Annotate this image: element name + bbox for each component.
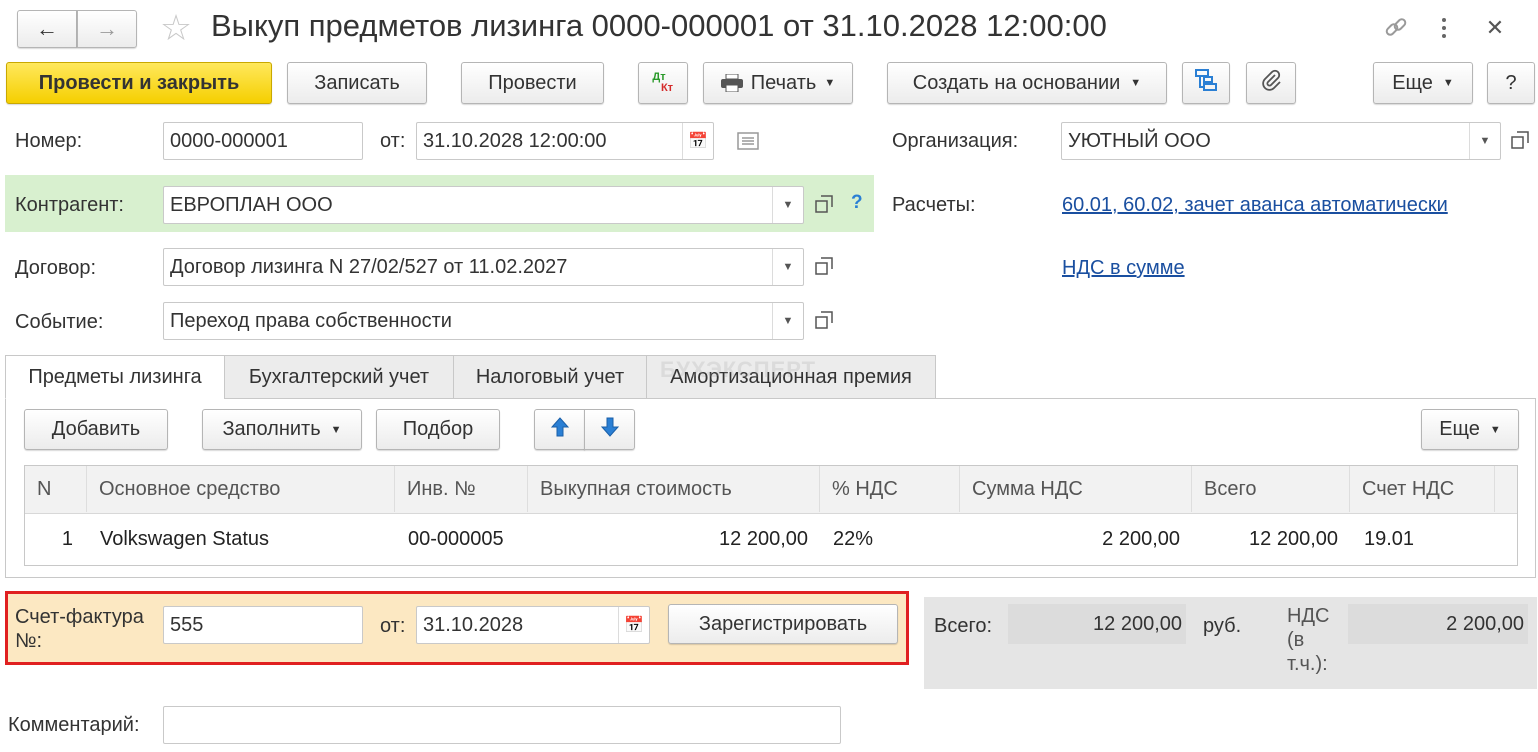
counterparty-help-icon[interactable]: ? xyxy=(851,192,863,214)
column-header-total[interactable]: Всего xyxy=(1192,466,1350,512)
arrow-down-icon xyxy=(600,417,619,443)
open-contract-icon[interactable] xyxy=(810,248,838,284)
organization-label: Организация: xyxy=(892,130,1019,152)
open-organization-icon[interactable] xyxy=(1506,122,1534,158)
favorite-star-icon[interactable]: ☆ xyxy=(156,7,196,48)
column-header-inv-number[interactable]: Инв. № xyxy=(395,466,528,512)
column-header-n[interactable]: N xyxy=(25,466,87,512)
cell-asset[interactable]: Volkswagen Status xyxy=(87,514,395,564)
contract-field[interactable]: Договор лизинга N 27/02/527 от 11.02.202… xyxy=(163,248,804,286)
settlements-link[interactable]: 60.01, 60.02, зачет аванса автоматически xyxy=(1062,194,1448,217)
contract-label: Договор: xyxy=(15,257,97,279)
column-header-vat-rate[interactable]: % НДС xyxy=(820,466,960,512)
print-button[interactable]: Печать ▼ xyxy=(703,62,853,104)
cell-total[interactable]: 12 200,00 xyxy=(1192,514,1338,564)
select-button[interactable]: Подбор xyxy=(376,409,500,450)
organization-field[interactable]: УЮТНЫЙ ООО ▼ xyxy=(1061,122,1501,160)
comment-label: Комментарий: xyxy=(8,714,140,736)
vat-link[interactable]: НДС в сумме xyxy=(1062,257,1185,280)
back-button[interactable]: ← xyxy=(17,10,77,48)
dt-kt-icon: Дт Кт xyxy=(652,71,674,94)
dt-kt-button[interactable]: Дт Кт xyxy=(638,62,688,104)
structure-button[interactable] xyxy=(1182,62,1230,104)
date-label: от: xyxy=(380,130,406,152)
open-counterparty-icon[interactable] xyxy=(810,186,838,222)
counterparty-label: Контрагент: xyxy=(15,194,124,216)
tab-leasing-items[interactable]: Предметы лизинга xyxy=(5,355,225,399)
cell-buyout-cost[interactable]: 12 200,00 xyxy=(528,514,808,564)
event-field[interactable]: Переход права собственности ▼ xyxy=(163,302,804,340)
paperclip-icon xyxy=(1260,69,1282,97)
cell-vat-account[interactable]: 19.01 xyxy=(1350,514,1495,564)
chevron-down-icon: ▼ xyxy=(330,423,342,436)
cell-vat-rate[interactable]: 22% xyxy=(820,514,960,564)
chevron-down-icon[interactable]: ▼ xyxy=(1469,123,1500,159)
counterparty-field[interactable]: ЕВРОПЛАН ООО ▼ xyxy=(163,186,804,224)
tab-tax-accounting[interactable]: Налоговый учет xyxy=(453,355,647,399)
register-button[interactable]: Зарегистрировать xyxy=(668,604,898,644)
event-label: Событие: xyxy=(15,311,104,333)
attach-button[interactable] xyxy=(1246,62,1296,104)
move-up-button[interactable] xyxy=(534,409,585,450)
hierarchy-icon xyxy=(1194,68,1218,98)
post-button[interactable]: Провести xyxy=(461,62,604,104)
tab-accounting[interactable]: Бухгалтерский учет xyxy=(224,355,454,399)
total-value: 12 200,00 xyxy=(1008,604,1186,644)
column-header-vat-amount[interactable]: Сумма НДС xyxy=(960,466,1192,512)
total-label: Всего: xyxy=(934,615,992,637)
number-field[interactable]: 0000-000001 xyxy=(163,122,363,160)
post-and-close-button[interactable]: Провести и закрыть xyxy=(6,62,272,104)
column-header-asset[interactable]: Основное средство xyxy=(87,466,395,512)
table-more-button[interactable]: Еще ▼ xyxy=(1421,409,1519,450)
save-button[interactable]: Записать xyxy=(287,62,427,104)
link-icon[interactable] xyxy=(1380,12,1412,44)
invoice-number-field[interactable]: 555 xyxy=(163,606,363,644)
arrow-up-icon xyxy=(550,416,569,443)
calendar-icon[interactable]: 📅 xyxy=(618,607,649,643)
column-header-buyout-cost[interactable]: Выкупная стоимость xyxy=(528,466,820,512)
more-button[interactable]: Еще ▼ xyxy=(1373,62,1473,104)
chevron-down-icon: ▼ xyxy=(1442,77,1454,89)
chevron-down-icon: ▼ xyxy=(1489,423,1501,436)
help-button[interactable]: ? xyxy=(1487,62,1535,104)
open-event-icon[interactable] xyxy=(810,302,838,338)
vat-total-value: 2 200,00 xyxy=(1348,604,1528,644)
calendar-icon[interactable]: 📅 xyxy=(682,123,713,159)
arrow-left-icon: ← xyxy=(36,16,58,41)
cell-n[interactable]: 1 xyxy=(25,514,75,564)
cell-inv-number[interactable]: 00-000005 xyxy=(395,514,528,564)
arrow-right-icon: → xyxy=(96,16,118,41)
printer-icon xyxy=(720,73,743,93)
chevron-down-icon[interactable]: ▼ xyxy=(772,303,803,339)
chevron-down-icon: ▼ xyxy=(824,77,836,89)
invoice-date-label: от: xyxy=(380,615,406,637)
forward-button[interactable]: → xyxy=(77,10,137,48)
column-header-vat-account[interactable]: Счет НДС xyxy=(1350,466,1495,512)
comment-field[interactable] xyxy=(163,706,841,744)
add-button[interactable]: Добавить xyxy=(24,409,168,450)
invoice-label: Счет-фактура №: xyxy=(15,606,144,652)
date-field[interactable]: 31.10.2028 12:00:00 📅 xyxy=(416,122,714,160)
cell-vat-amount[interactable]: 2 200,00 xyxy=(960,514,1180,564)
create-based-on-button[interactable]: Создать на основании ▼ xyxy=(887,62,1167,104)
chevron-down-icon: ▼ xyxy=(1130,77,1142,89)
menu-dots-icon[interactable] xyxy=(1432,12,1456,44)
window-title: Выкуп предметов лизинга 0000-000001 от 3… xyxy=(211,8,1107,43)
vat-total-label: НДС (в т.ч.): xyxy=(1287,605,1330,675)
chevron-down-icon[interactable]: ▼ xyxy=(772,249,803,285)
number-label: Номер: xyxy=(15,130,83,152)
currency-label: руб. xyxy=(1203,615,1242,637)
move-down-button[interactable] xyxy=(584,409,635,450)
document-lines-icon[interactable] xyxy=(737,132,759,150)
watermark: БУХЭКСПЕРТ xyxy=(660,357,817,382)
chevron-down-icon[interactable]: ▼ xyxy=(772,187,803,223)
fill-button[interactable]: Заполнить ▼ xyxy=(202,409,362,450)
close-icon[interactable]: ✕ xyxy=(1480,12,1510,44)
invoice-date-field[interactable]: 31.10.2028 📅 xyxy=(416,606,650,644)
settlements-label: Расчеты: xyxy=(892,194,976,216)
